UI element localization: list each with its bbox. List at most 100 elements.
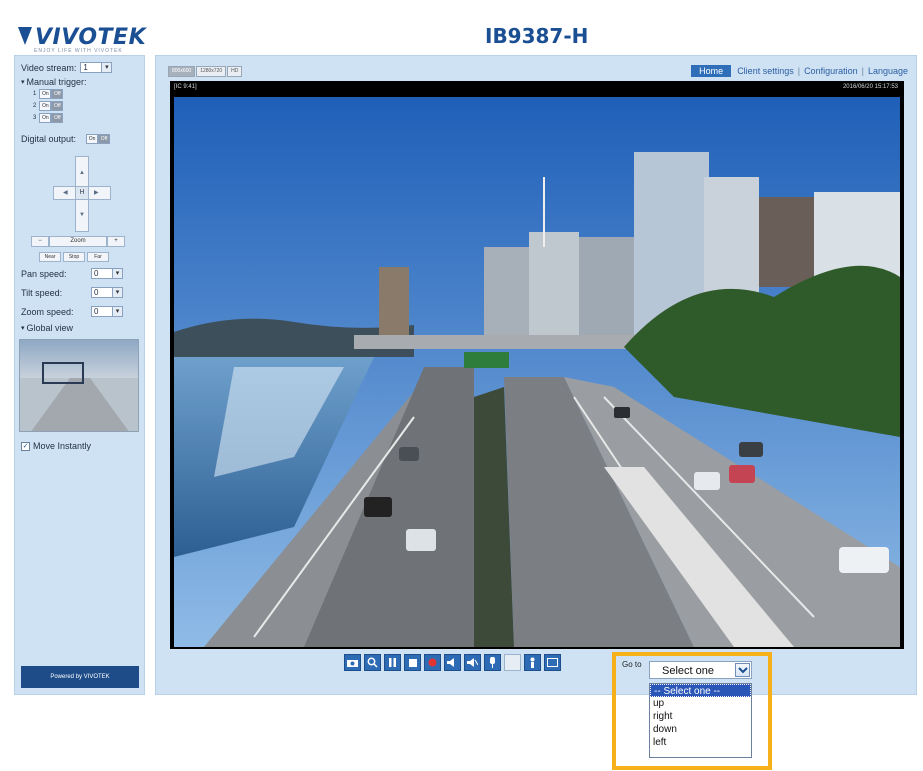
move-instantly-checkbox[interactable]: ✓ xyxy=(21,441,30,451)
pause-icon[interactable] xyxy=(384,654,401,671)
tilt-speed-value: 0 xyxy=(94,288,99,297)
camera-web-ui: VIVOTEK ENJOY LIFE WITH VIVOTEK IB9387-H… xyxy=(0,0,923,771)
collapse-icon: ▾ xyxy=(21,325,25,332)
arrow-up-icon[interactable]: ▲ xyxy=(79,170,85,176)
powered-by-badge: Powered by VIVOTEK xyxy=(21,666,139,688)
global-view-map[interactable] xyxy=(19,339,139,432)
zoom-label: Zoom xyxy=(49,236,107,247)
city-highway-scene xyxy=(174,97,900,647)
logo-tagline: ENJOY LIFE WITH VIVOTEK xyxy=(34,48,123,54)
video-frame xyxy=(174,97,900,647)
ptz-home-button[interactable]: H xyxy=(75,186,89,200)
preset-select-value: Select one xyxy=(662,665,714,677)
pan-speed-select[interactable]: 0 ▾ xyxy=(91,268,123,279)
top-nav: Home Client settings | Configuration | L… xyxy=(691,65,908,77)
video-stream-label: Video stream: xyxy=(21,62,77,73)
tab-resolution-2[interactable]: 1280x720 xyxy=(196,66,227,77)
move-instantly-label: Move Instantly xyxy=(33,441,92,451)
move-instantly-row[interactable]: ✓ Move Instantly xyxy=(21,441,91,451)
focus-far-button[interactable]: Far xyxy=(87,252,109,262)
nav-language[interactable]: Language xyxy=(868,66,908,76)
tab-resolution-1[interactable]: 800x600 xyxy=(168,66,196,77)
trigger-row-1: 1 On Off xyxy=(33,89,64,99)
trigger-on-button[interactable]: On xyxy=(39,89,52,99)
chevron-down-icon: ▾ xyxy=(101,63,112,72)
tilt-speed-row: Tilt speed: 0 ▾ xyxy=(21,287,123,298)
talk-icon[interactable] xyxy=(484,654,501,671)
goto-label: Go to xyxy=(622,660,642,669)
zoom-speed-label: Zoom speed: xyxy=(21,306,74,317)
digital-output-label: Digital output: xyxy=(21,134,77,144)
nav-configuration[interactable]: Configuration xyxy=(804,66,858,76)
live-video[interactable]: [IC 9:41] 2016/06/20 15:17:53 xyxy=(170,81,904,649)
chevron-down-icon: ▾ xyxy=(112,288,122,297)
mic-volume-icon[interactable] xyxy=(504,654,521,671)
trigger-off-button[interactable]: Off xyxy=(51,101,64,111)
nav-separator: | xyxy=(861,66,864,76)
page-title: IB9387-H xyxy=(485,24,589,48)
nav-separator: | xyxy=(797,66,801,76)
video-overlay-bar: [IC 9:41] 2016/06/20 15:17:53 xyxy=(170,81,904,95)
trigger-row-3: 3 On Off xyxy=(33,113,64,123)
zoom-speed-row: Zoom speed: 0 ▾ xyxy=(21,306,123,317)
record-icon[interactable] xyxy=(424,654,441,671)
video-stream-value: 1 xyxy=(83,63,88,72)
manual-trigger-label: Manual trigger: xyxy=(26,77,87,87)
trigger-on-button[interactable]: On xyxy=(39,101,52,111)
global-view-viewport[interactable] xyxy=(42,362,84,384)
arrow-down-icon[interactable]: ▼ xyxy=(79,212,85,218)
snapshot-icon[interactable] xyxy=(344,654,361,671)
ptz-control-icon[interactable] xyxy=(524,654,541,671)
zoom-in-button[interactable]: + xyxy=(107,236,125,247)
video-control-bar xyxy=(344,654,561,671)
trigger-off-button[interactable]: Off xyxy=(51,113,64,123)
global-view-road xyxy=(30,378,130,431)
arrow-left-icon[interactable]: ◀ xyxy=(63,189,68,196)
nav-client-settings[interactable]: Client settings xyxy=(737,66,794,76)
preset-option[interactable]: down xyxy=(650,723,751,736)
tilt-speed-select[interactable]: 0 ▾ xyxy=(91,287,123,298)
trigger-off-button[interactable]: Off xyxy=(51,89,64,99)
preset-option[interactable]: left xyxy=(650,736,751,749)
focus-stop-button[interactable]: Stop xyxy=(63,252,85,262)
digital-output-row: Digital output: On Off xyxy=(21,134,111,144)
volume-icon[interactable] xyxy=(444,654,461,671)
video-stream-row: Video stream: 1 ▾ xyxy=(21,62,113,73)
arrow-right-icon[interactable]: ▶ xyxy=(94,189,99,196)
digital-output-off-button[interactable]: Off xyxy=(98,134,111,144)
focus-controls: Near Stop Far xyxy=(39,252,109,262)
digital-output-on-button[interactable]: On xyxy=(86,134,99,144)
main-panel: 800x600 1280x720 HD Home Client settings… xyxy=(155,55,917,695)
video-stream-select[interactable]: 1 ▾ xyxy=(80,62,113,73)
stop-icon[interactable] xyxy=(404,654,421,671)
preset-option[interactable]: right xyxy=(650,710,751,723)
video-timestamp: 2016/06/20 15:17:53 xyxy=(842,84,898,90)
mute-icon[interactable] xyxy=(464,654,481,671)
zoom-speed-value: 0 xyxy=(94,307,99,316)
digital-zoom-icon[interactable] xyxy=(364,654,381,671)
preset-select[interactable]: Select one xyxy=(649,661,752,679)
chevron-down-icon[interactable] xyxy=(735,663,750,677)
preset-option[interactable]: up xyxy=(650,697,751,710)
logo-text: VIVOTEK xyxy=(35,24,147,50)
collapse-icon: ▾ xyxy=(21,79,25,86)
zoom-speed-select[interactable]: 0 ▾ xyxy=(91,306,123,317)
pan-speed-value: 0 xyxy=(94,269,99,278)
fullscreen-icon[interactable] xyxy=(544,654,561,671)
pan-speed-row: Pan speed: 0 ▾ xyxy=(21,268,123,279)
tilt-speed-label: Tilt speed: xyxy=(21,287,63,298)
ptz-pad: H ▲ ▼ ◀ ▶ xyxy=(53,156,111,232)
nav-home[interactable]: Home xyxy=(691,65,732,77)
trigger-row-2: 2 On Off xyxy=(33,101,64,111)
chevron-down-icon: ▾ xyxy=(112,269,122,278)
focus-near-button[interactable]: Near xyxy=(39,252,61,262)
trigger-label: 1 xyxy=(33,91,37,97)
global-view-label: Global view xyxy=(26,323,74,333)
global-view-header[interactable]: ▾ Global view xyxy=(21,323,73,333)
manual-trigger-header[interactable]: ▾ Manual trigger: xyxy=(21,77,87,87)
trigger-on-button[interactable]: On xyxy=(39,113,52,123)
preset-option[interactable]: -- Select one -- xyxy=(650,684,751,697)
zoom-out-button[interactable]: − xyxy=(31,236,49,247)
tab-resolution-3[interactable]: HD xyxy=(227,66,243,77)
trigger-label: 2 xyxy=(33,103,37,109)
